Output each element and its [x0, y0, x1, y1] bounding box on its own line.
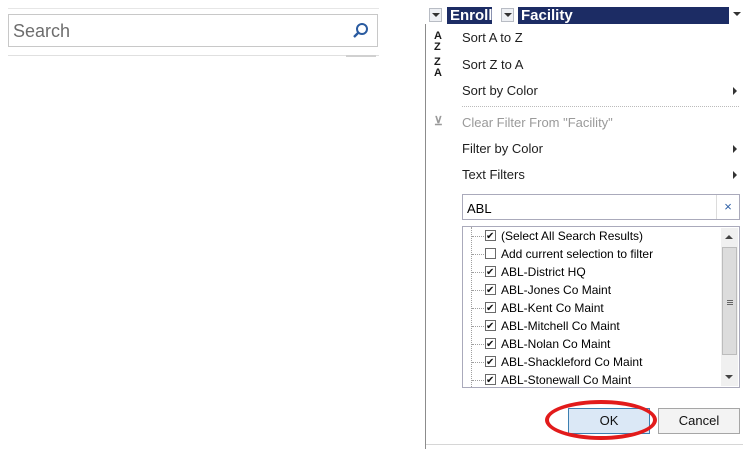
list-item-label: ABL-Nolan Co Maint — [501, 337, 611, 351]
sort-by-color[interactable]: Sort by Color — [462, 81, 538, 101]
scroll-up-icon[interactable] — [725, 235, 733, 239]
checkbox[interactable] — [485, 336, 496, 354]
clear-filter: Clear Filter From "Facility" — [462, 115, 613, 130]
search-box[interactable] — [8, 14, 378, 47]
filter-value-list: (Select All Search Results) Add current … — [462, 226, 740, 388]
clear-search-icon[interactable]: × — [716, 195, 739, 219]
list-item-label: ABL-Mitchell Co Maint — [501, 319, 620, 333]
checkbox[interactable] — [485, 282, 496, 300]
autofilter-panel: AZ Sort A to Z ZA Sort Z to A Sort by Co… — [425, 24, 743, 449]
list-item-label: ABL-Stonewall Co Maint — [501, 373, 632, 387]
tree-branch — [472, 308, 484, 309]
dropdown-arrow-icon — [733, 12, 741, 16]
sort-a-to-z[interactable]: Sort A to Z — [462, 28, 523, 48]
search-input[interactable] — [11, 17, 345, 45]
column-header-bar: Enroll Facility — [425, 4, 743, 25]
checkbox[interactable] — [485, 264, 496, 282]
scroll-down-icon[interactable] — [725, 375, 733, 379]
divider-top — [8, 8, 379, 9]
text-filters[interactable]: Text Filters — [462, 165, 525, 185]
scroll-thumb[interactable] — [722, 247, 737, 355]
divider-accent — [346, 55, 376, 57]
list-item-label: (Select All Search Results) — [501, 229, 644, 243]
list-item-label: ABL-Shackleford Co Maint — [501, 355, 643, 369]
filter-search-box[interactable]: × — [462, 194, 740, 220]
list-item-label: ABL-District HQ — [501, 265, 586, 279]
dropdown-arrow-icon — [432, 13, 440, 17]
filter-dropdown-facility[interactable] — [731, 8, 743, 22]
checkbox[interactable] — [485, 372, 496, 387]
cancel-button[interactable]: Cancel — [658, 408, 740, 434]
checkbox[interactable] — [485, 300, 496, 318]
list-scrollbar[interactable] — [721, 228, 738, 386]
panel-bottom-border — [426, 444, 743, 445]
tree-branch — [472, 272, 484, 273]
header-enroll: Enroll — [447, 7, 493, 25]
header-facility: Facility — [518, 7, 729, 25]
filter-search-input[interactable] — [465, 198, 709, 218]
submenu-arrow-icon — [733, 87, 737, 95]
tree-branch — [472, 236, 484, 237]
tree-branch — [472, 362, 484, 363]
list-item-label: ABL-Jones Co Maint — [501, 283, 612, 297]
grip-icon — [727, 300, 733, 301]
list-item-label: ABL-Kent Co Maint — [501, 301, 604, 315]
tree-branch — [472, 254, 484, 255]
submenu-arrow-icon — [733, 171, 737, 179]
search-icon[interactable] — [351, 21, 371, 41]
dropdown-arrow-icon — [504, 13, 512, 17]
tree-branch — [472, 290, 484, 291]
sort-za-icon: ZA — [434, 56, 442, 79]
checkbox[interactable] — [485, 354, 496, 372]
clear-filter-icon: ⊻ — [434, 114, 443, 128]
list-item-label: Add current selection to filter — [501, 247, 654, 261]
menu-separator — [462, 106, 739, 107]
checkbox[interactable] — [485, 248, 496, 259]
highlight-circle — [545, 400, 657, 440]
filter-dropdown-prev[interactable] — [429, 8, 442, 22]
checkbox[interactable] — [485, 318, 496, 336]
sort-az-icon: AZ — [434, 30, 442, 53]
filter-by-color[interactable]: Filter by Color — [462, 139, 543, 159]
sort-z-to-a[interactable]: Sort Z to A — [462, 55, 523, 75]
filter-dropdown-enroll[interactable] — [501, 8, 514, 22]
submenu-arrow-icon — [733, 145, 737, 153]
checkbox[interactable] — [485, 228, 496, 246]
tree-branch — [472, 344, 484, 345]
tree-branch — [472, 326, 484, 327]
divider-bottom — [8, 55, 379, 56]
tree-branch — [472, 380, 484, 381]
